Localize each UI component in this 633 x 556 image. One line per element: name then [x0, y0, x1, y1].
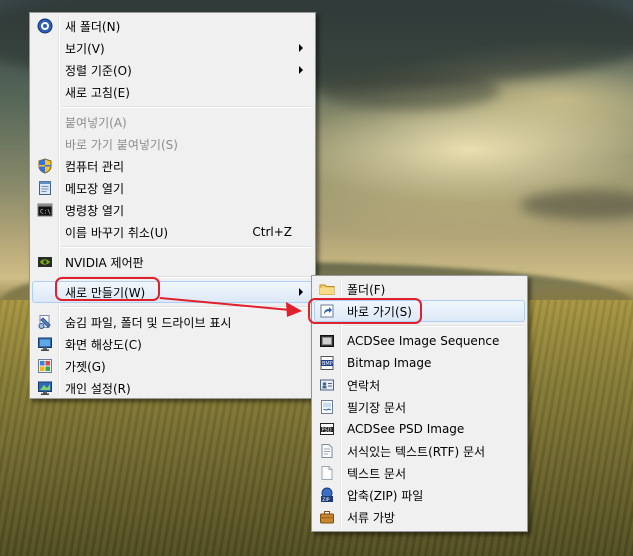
annotation-arrow	[159, 297, 302, 317]
